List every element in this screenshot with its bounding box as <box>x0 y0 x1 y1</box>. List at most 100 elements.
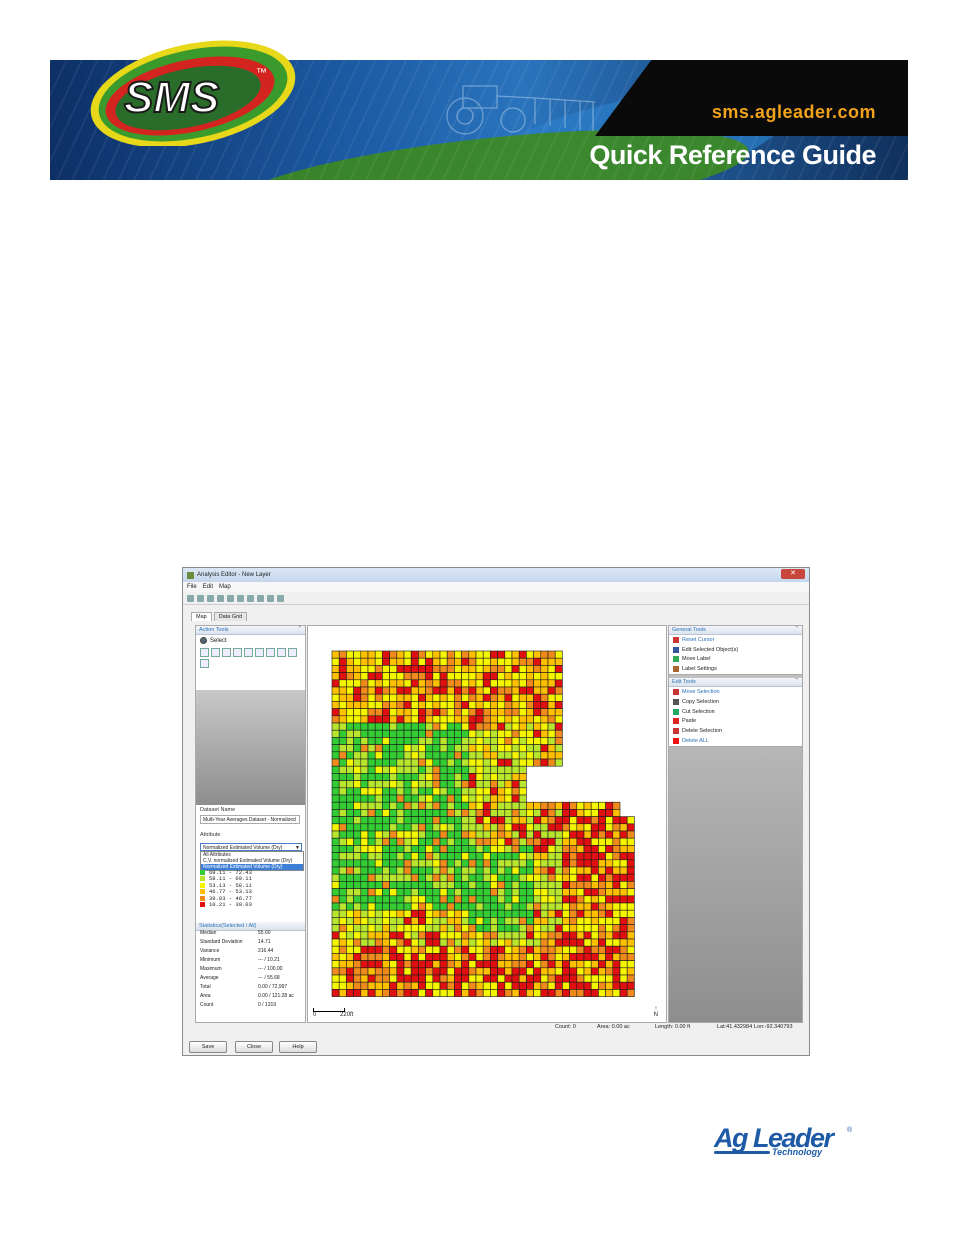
map-cell[interactable] <box>504 715 513 724</box>
map-cell[interactable] <box>482 679 491 688</box>
map-cell[interactable] <box>461 917 470 925</box>
map-cell[interactable] <box>562 989 570 997</box>
map-cell[interactable] <box>569 924 578 933</box>
map-cell[interactable] <box>526 729 534 738</box>
map-cell[interactable] <box>533 672 542 681</box>
collapse-icon[interactable]: ⌃ <box>794 678 799 684</box>
map-cell[interactable] <box>367 729 376 738</box>
map-cell[interactable] <box>554 981 563 990</box>
map-cell[interactable] <box>360 737 369 745</box>
map-cell[interactable] <box>439 758 448 767</box>
map-cell[interactable] <box>454 859 462 868</box>
map-cell[interactable] <box>547 650 556 659</box>
map-cell[interactable] <box>583 866 592 875</box>
map-cell[interactable] <box>374 895 383 904</box>
map-cell[interactable] <box>504 967 513 976</box>
map-cell[interactable] <box>396 737 405 745</box>
map-cell[interactable] <box>439 794 448 803</box>
map-cell[interactable] <box>583 816 592 825</box>
map-cell[interactable] <box>626 837 635 846</box>
map-cell[interactable] <box>511 866 520 875</box>
map-cell[interactable] <box>382 794 390 803</box>
map-cell[interactable] <box>338 931 347 940</box>
map-cell[interactable] <box>569 960 578 969</box>
map-cell[interactable] <box>425 801 434 810</box>
map-cell[interactable] <box>612 830 621 839</box>
map-cell[interactable] <box>475 924 484 933</box>
map-cell[interactable] <box>554 679 563 688</box>
website-url[interactable]: sms.agleader.com <box>712 102 876 123</box>
map-cell[interactable] <box>461 773 470 781</box>
map-cell[interactable] <box>338 729 347 738</box>
map-cell[interactable] <box>490 960 498 969</box>
map-cell[interactable] <box>374 787 383 796</box>
map-cell[interactable] <box>511 751 520 760</box>
map-cell[interactable] <box>475 773 484 781</box>
map-cell[interactable] <box>432 801 441 810</box>
map-cell[interactable] <box>540 729 549 738</box>
map-cell[interactable] <box>533 758 542 767</box>
map-cell[interactable] <box>425 931 434 940</box>
map-cell[interactable] <box>374 758 383 767</box>
map-cell[interactable] <box>439 881 448 889</box>
map-cell[interactable] <box>547 845 556 853</box>
map-cell[interactable] <box>439 845 448 853</box>
map-cell[interactable] <box>439 737 448 745</box>
map-cell[interactable] <box>353 816 362 825</box>
map-cell[interactable] <box>331 909 340 918</box>
map-cell[interactable] <box>410 981 419 990</box>
map-cell[interactable] <box>475 967 484 976</box>
map-cell[interactable] <box>374 765 383 774</box>
map-cell[interactable] <box>497 737 506 745</box>
map-cell[interactable] <box>461 701 470 709</box>
map-cell[interactable] <box>518 751 527 760</box>
map-cell[interactable] <box>432 765 441 774</box>
map-cell[interactable] <box>410 729 419 738</box>
map-cell[interactable] <box>418 845 426 853</box>
map-cell[interactable] <box>410 873 419 882</box>
map-cell[interactable] <box>547 657 556 666</box>
map-cell[interactable] <box>497 830 506 839</box>
map-cell[interactable] <box>533 693 542 702</box>
map-cell[interactable] <box>389 845 398 853</box>
tab-map[interactable]: Map <box>191 612 212 621</box>
map-cell[interactable] <box>425 895 434 904</box>
map-cell[interactable] <box>432 794 441 803</box>
map-cell[interactable] <box>511 701 520 709</box>
map-cell[interactable] <box>504 722 513 731</box>
map-cell[interactable] <box>389 773 398 781</box>
map-cell[interactable] <box>540 960 549 969</box>
map-cell[interactable] <box>418 888 426 897</box>
map-cell[interactable] <box>360 665 369 673</box>
map-cell[interactable] <box>374 686 383 695</box>
map-cell[interactable] <box>583 837 592 846</box>
map-cell[interactable] <box>461 989 470 997</box>
map-cell[interactable] <box>533 650 542 659</box>
map-cell[interactable] <box>360 758 369 767</box>
map-cell[interactable] <box>403 816 412 825</box>
map-cell[interactable] <box>425 981 434 990</box>
map-cell[interactable] <box>338 701 347 709</box>
map-cell[interactable] <box>432 809 441 817</box>
map-cell[interactable] <box>382 751 390 760</box>
map-cell[interactable] <box>389 931 398 940</box>
map-cell[interactable] <box>418 902 426 911</box>
map-cell[interactable] <box>482 672 491 681</box>
map-cell[interactable] <box>389 837 398 846</box>
map-cell[interactable] <box>554 909 563 918</box>
map-cell[interactable] <box>518 852 527 861</box>
map-cell[interactable] <box>425 715 434 724</box>
map-cell[interactable] <box>468 917 477 925</box>
map-cell[interactable] <box>547 816 556 825</box>
map-cell[interactable] <box>389 708 398 717</box>
map-cell[interactable] <box>360 693 369 702</box>
map-cell[interactable] <box>518 837 527 846</box>
map-cell[interactable] <box>511 657 520 666</box>
map-cell[interactable] <box>605 888 614 897</box>
map-cell[interactable] <box>346 866 354 875</box>
map-cell[interactable] <box>374 967 383 976</box>
map-cell[interactable] <box>410 974 419 983</box>
map-cell[interactable] <box>353 679 362 688</box>
map-cell[interactable] <box>482 801 491 810</box>
map-cell[interactable] <box>396 744 405 753</box>
